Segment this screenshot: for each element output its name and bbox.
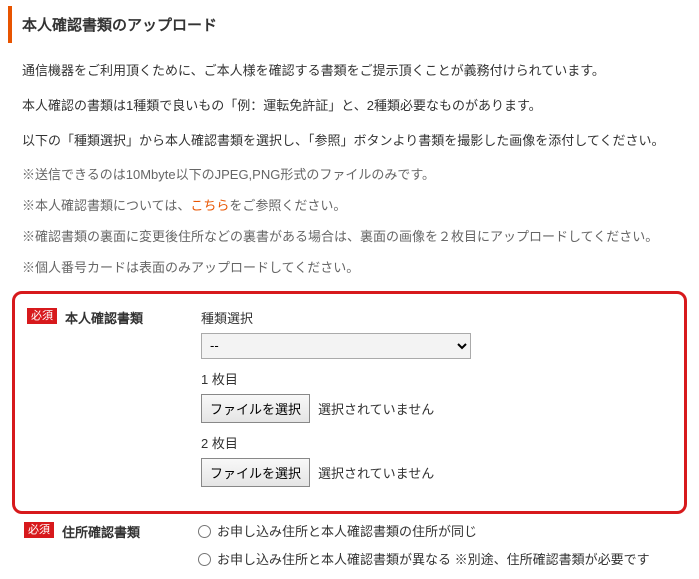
required-badge-2: 必須 <box>24 522 54 538</box>
notes-block: ※送信できるのは10Mbyte以下のJPEG,PNG形式のファイルのみです。 ※… <box>8 165 691 278</box>
file1-caption: 1 枚目 <box>201 369 676 388</box>
note-1: ※送信できるのは10Mbyte以下のJPEG,PNG形式のファイルのみです。 <box>22 165 677 186</box>
address-radio-diff-label: お申し込み住所と本人確認書類が異なる ※別途、住所確認書類が必要です <box>217 550 683 571</box>
file2-caption: 2 枚目 <box>201 433 676 452</box>
type-select-label: 種類選択 <box>201 308 676 327</box>
identity-doc-highlight: 必須 本人確認書類 種類選択 -- 1 枚目 ファイルを選択 選択されていません <box>12 291 687 514</box>
address-radio-same[interactable] <box>198 525 211 538</box>
address-radio-diff[interactable] <box>198 553 211 566</box>
file1-status: 選択されていません <box>318 399 434 418</box>
file2-status: 選択されていません <box>318 463 434 482</box>
address-radio-same-label: お申し込み住所と本人確認書類の住所が同じ <box>217 522 683 543</box>
required-badge: 必須 <box>27 308 57 324</box>
intro-text-2: 本人確認の書類は1種類で良いもの「例：運転免許証」と、2種類必要なものがあります… <box>22 96 677 117</box>
address-doc-label: 住所確認書類 <box>62 522 140 541</box>
note-2-link[interactable]: こちら <box>190 198 229 213</box>
file2-choose-button[interactable]: ファイルを選択 <box>201 458 310 487</box>
note-3: ※確認書類の裏面に変更後住所などの裏書がある場合は、裏面の画像を２枚目にアップロ… <box>22 227 677 248</box>
identity-doc-row: 必須 本人確認書類 種類選択 -- 1 枚目 ファイルを選択 選択されていません <box>23 308 676 497</box>
intro-text-1: 通信機器をご利用頂くために、ご本人様を確認する書類をご提示頂くことが義務付けられ… <box>22 61 677 82</box>
note-2: ※本人確認書類については、こちらをご参照ください。 <box>22 196 677 217</box>
intro-block: 通信機器をご利用頂くために、ご本人様を確認する書類をご提示頂くことが義務付けられ… <box>8 61 691 151</box>
type-select[interactable]: -- <box>201 333 471 359</box>
note-4: ※個人番号カードは表面のみアップロードしてください。 <box>22 258 677 279</box>
address-doc-row: 必須 住所確認書類 お申し込み住所と本人確認書類の住所が同じ お申し込み住所と本… <box>8 522 691 579</box>
identity-doc-label: 本人確認書類 <box>65 308 143 327</box>
page-title: 本人確認書類のアップロード <box>8 6 691 43</box>
note-2-prefix: ※本人確認書類については、 <box>22 198 190 213</box>
note-2-suffix: をご参照ください。 <box>229 198 346 213</box>
intro-text-3: 以下の「種類選択」から本人確認書類を選択し、「参照」ボタンより書類を撮影した画像… <box>22 131 677 152</box>
file1-choose-button[interactable]: ファイルを選択 <box>201 394 310 423</box>
